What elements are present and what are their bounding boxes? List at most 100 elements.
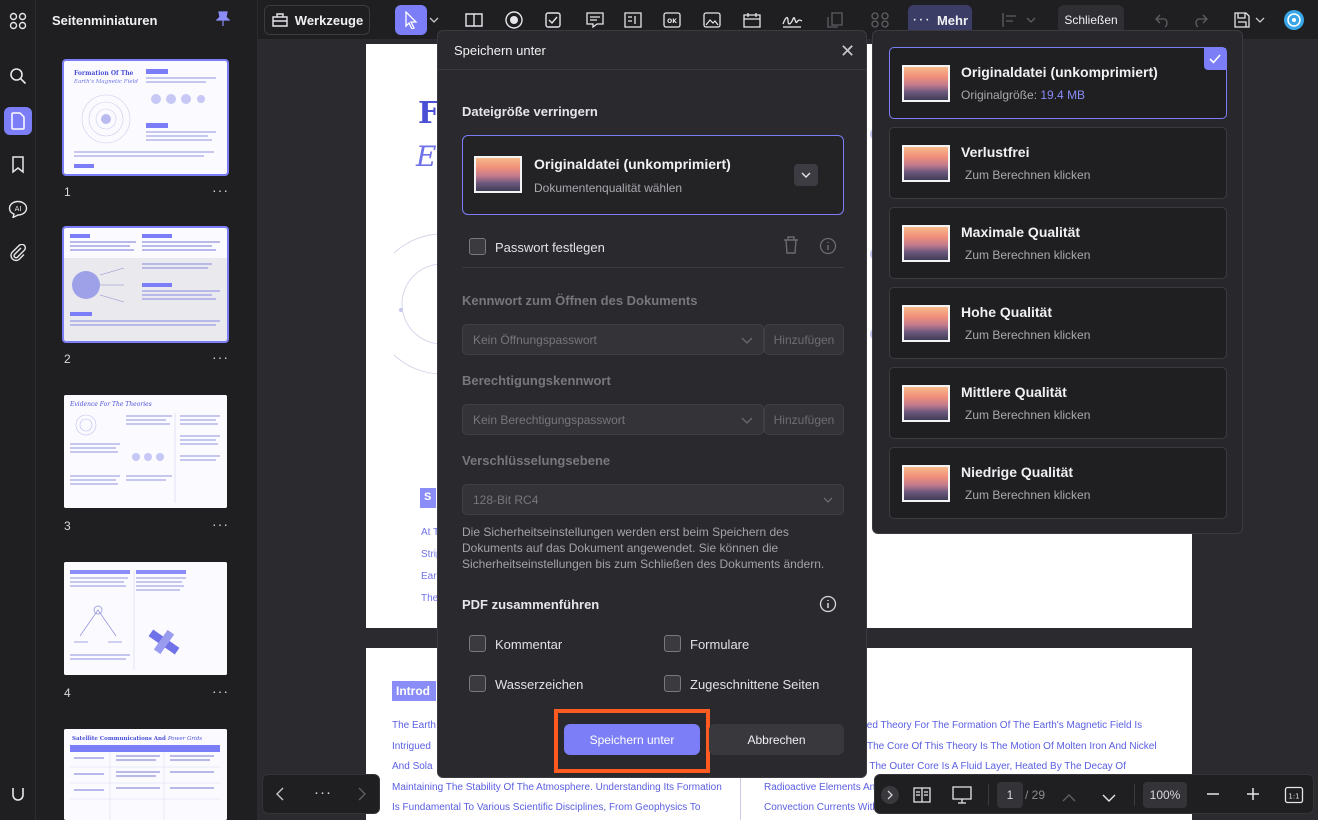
reduce-size-label: Dateigröße verringern <box>462 104 598 119</box>
save-icon[interactable] <box>1230 8 1254 32</box>
align-chevron-icon[interactable] <box>1025 8 1037 32</box>
permission-password-value: Kein Berechtigungspasswort <box>473 412 626 427</box>
quality-option-lossless[interactable]: Verlustfrei Zum Berechnen klicken <box>889 127 1227 199</box>
page-thumbnail-2[interactable] <box>62 226 229 343</box>
page-layout-icon[interactable] <box>912 786 932 809</box>
toolbox-icon <box>272 13 288 27</box>
chevron-up-icon[interactable] <box>1062 789 1076 807</box>
permission-password-select[interactable]: Kein Berechtigungspasswort <box>462 404 764 435</box>
chevron-down-icon[interactable] <box>428 8 440 32</box>
undo-icon[interactable] <box>1151 8 1175 32</box>
permission-password-label: Berechtigungskennwort <box>462 373 611 388</box>
page-more-4[interactable]: ··· <box>212 683 229 699</box>
page-thumbnail-5[interactable]: Satellite Communications And Power Grids <box>64 729 227 820</box>
open-password-select[interactable]: Kein Öffnungspasswort <box>462 324 764 355</box>
align-icon[interactable] <box>998 8 1022 32</box>
reader-mode-icon[interactable] <box>462 8 486 32</box>
landscape-thumbnail-icon <box>902 65 950 102</box>
page-thumbnail-1[interactable]: Formation Of The Earth's Magnetic Field <box>62 59 229 176</box>
save-as-button[interactable]: Speichern unter <box>564 724 700 755</box>
chevron-right-icon[interactable] <box>357 787 367 806</box>
page-nav-bar-left: ··· <box>262 774 380 814</box>
chevron-down-icon[interactable] <box>794 164 818 186</box>
info-icon[interactable] <box>819 237 837 260</box>
redo-icon[interactable] <box>1188 8 1212 32</box>
apps-grid-icon[interactable] <box>4 7 32 35</box>
total-pages: / 29 <box>1025 788 1046 802</box>
comment-icon[interactable]: AI <box>4 195 32 223</box>
open-password-value: Kein Öffnungspasswort <box>473 332 597 347</box>
save-chevron-icon[interactable] <box>1254 8 1266 32</box>
text-comment-icon[interactable] <box>583 8 607 32</box>
close-icon[interactable]: ✕ <box>840 41 855 62</box>
quality-select[interactable]: Originaldatei (unkomprimiert) Dokumenten… <box>462 135 844 215</box>
calendar-icon[interactable] <box>740 8 764 32</box>
actual-size-icon[interactable]: 1:1 <box>1284 786 1304 809</box>
quality-option-title: Originaldatei (unkomprimiert) <box>961 64 1158 80</box>
landscape-thumbnail-icon <box>902 305 950 342</box>
landscape-thumbnail-icon <box>902 385 950 422</box>
page-thumbnails-icon[interactable] <box>4 107 32 135</box>
more-options-icon[interactable]: ··· <box>314 784 332 801</box>
page-more-3[interactable]: ··· <box>212 516 229 532</box>
quality-option-original[interactable]: Originaldatei (unkomprimiert) Originalgr… <box>889 47 1227 119</box>
presentation-icon[interactable] <box>951 785 973 810</box>
tools-label: Werkzeuge <box>294 12 364 28</box>
tools-button[interactable]: Werkzeuge <box>264 5 370 35</box>
security-note: Die Sicherheitseinstellungen werden erst… <box>462 525 825 571</box>
quality-option-low[interactable]: Niedrige Qualität Zum Berechnen klicken <box>889 447 1227 519</box>
quality-select-value: Originaldatei (unkomprimiert) <box>534 156 731 172</box>
svg-text:Satellite Communications And P: Satellite Communications And Power Grids <box>72 736 202 742</box>
watermark-checkbox[interactable] <box>469 675 486 692</box>
cropped-pages-checkbox[interactable] <box>664 675 681 692</box>
chevron-down-icon[interactable] <box>1102 790 1116 808</box>
quality-option-title: Niedrige Qualität <box>961 464 1074 480</box>
quality-option-medium[interactable]: Mittlere Qualität Zum Berechnen klicken <box>889 367 1227 439</box>
comment-checkbox[interactable] <box>469 635 486 652</box>
ocr-icon[interactable]: OK <box>660 8 684 32</box>
password-checkbox[interactable] <box>469 238 486 255</box>
add-permission-password-button[interactable]: Hinzufügen <box>764 404 844 435</box>
current-page-input[interactable]: 1 <box>997 782 1023 808</box>
quality-option-sub: Zum Berechnen klicken <box>965 328 1091 342</box>
cancel-button[interactable]: Abbrechen <box>709 724 844 755</box>
uplus-logo-icon[interactable] <box>4 780 32 808</box>
zoom-input[interactable]: 100% <box>1143 782 1187 808</box>
page-thumbnail-4[interactable] <box>64 562 227 675</box>
zoom-out-icon[interactable] <box>1206 787 1220 806</box>
page-more-1[interactable]: ··· <box>212 182 229 198</box>
trash-icon[interactable] <box>782 235 800 260</box>
collapse-chevron-icon[interactable] <box>881 786 899 804</box>
attachment-icon[interactable] <box>4 239 32 267</box>
record-icon[interactable] <box>502 8 526 32</box>
save-as-dialog: Speichern unter ✕ Dateigröße verringern … <box>437 30 867 778</box>
checkbox-tool-icon[interactable] <box>541 8 565 32</box>
encryption-level-select[interactable]: 128-Bit RC4 <box>462 484 844 515</box>
divider <box>438 69 866 70</box>
pin-icon[interactable] <box>215 11 231 32</box>
quality-option-high[interactable]: Hohe Qualität Zum Berechnen klicken <box>889 287 1227 359</box>
divider <box>1134 784 1135 806</box>
grid-icon[interactable] <box>868 8 892 32</box>
zoom-in-icon[interactable] <box>1246 787 1260 806</box>
page-thumbnail-3[interactable]: Evidence For The Theories <box>64 395 227 508</box>
page-more-2[interactable]: ··· <box>212 349 229 365</box>
form-field-icon[interactable] <box>621 8 645 32</box>
section-badge: S <box>420 488 436 508</box>
signature-icon[interactable] <box>780 8 804 32</box>
image-tool-icon[interactable] <box>700 8 724 32</box>
select-tool-button[interactable] <box>395 5 427 35</box>
forms-checkbox[interactable] <box>664 635 681 652</box>
quality-option-maximum[interactable]: Maximale Qualität Zum Berechnen klicken <box>889 207 1227 279</box>
encryption-level-label: Verschlüsselungsebene <box>462 453 611 468</box>
chevron-down-icon <box>823 497 833 503</box>
add-open-password-button[interactable]: Hinzufügen <box>764 324 844 355</box>
bookmark-icon[interactable] <box>4 151 32 179</box>
search-icon[interactable] <box>4 62 32 90</box>
ai-assistant-icon[interactable] <box>1282 8 1306 32</box>
svg-text:1:1: 1:1 <box>1288 793 1299 801</box>
cropped-pages-option-label: Zugeschnittene Seiten <box>690 677 820 692</box>
chevron-left-icon[interactable] <box>275 787 285 806</box>
info-icon[interactable] <box>819 595 837 618</box>
copy-icon[interactable] <box>823 8 847 32</box>
